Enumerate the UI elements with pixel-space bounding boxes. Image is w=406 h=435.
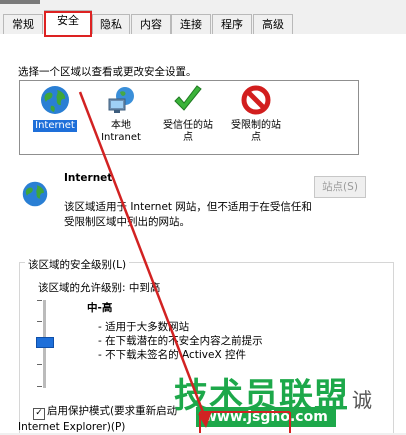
selected-zone-globe-icon bbox=[22, 181, 48, 207]
allowed-levels-text: 该区域的允许级别: 中到高 bbox=[38, 282, 161, 294]
zone-restricted-sites-label-1: 受限制的站 bbox=[231, 120, 281, 131]
protected-mode-checkbox[interactable]: ✓ bbox=[33, 408, 45, 420]
selected-zone-description: 该区域适用于 Internet 网站，但不适用于在受信任和受限制区域中列出的网站… bbox=[64, 201, 312, 228]
zone-local-intranet-label-1: 本地 bbox=[111, 120, 131, 131]
zone-local-intranet-label-2: Intranet bbox=[101, 132, 141, 143]
zone-internet[interactable]: Internet bbox=[20, 84, 90, 132]
security-level-slider-thumb[interactable] bbox=[36, 337, 54, 348]
zone-restricted-sites-label-2: 点 bbox=[251, 132, 261, 143]
restricted-icon bbox=[241, 85, 271, 115]
zone-list: Internet 本地 Intranet 受信任的站 点 受限制的站 点 bbox=[19, 80, 359, 155]
zone-instruction: 选择一个区域以查看或更改安全设置。 bbox=[18, 66, 197, 78]
security-level-bullet: - 在下载潜在的不安全内容之前提示 bbox=[98, 335, 263, 347]
security-level-bullet: - 不下载未签名的 ActiveX 控件 bbox=[98, 349, 246, 361]
tab-connections[interactable]: 连接 bbox=[171, 14, 211, 34]
tab-advanced[interactable]: 高级 bbox=[253, 14, 293, 34]
window-title-fragment bbox=[0, 0, 40, 4]
tab-programs[interactable]: 程序 bbox=[212, 14, 252, 34]
watermark-suffix: 诚 bbox=[352, 388, 372, 412]
zone-restricted-sites[interactable]: 受限制的站 点 bbox=[221, 84, 291, 144]
zone-local-intranet[interactable]: 本地 Intranet bbox=[86, 84, 156, 144]
globe-icon bbox=[41, 86, 69, 114]
protected-mode-label-1: 启用保护模式(要求重新启动 bbox=[47, 405, 178, 417]
security-tab-highlight bbox=[44, 11, 92, 37]
zone-trusted-sites[interactable]: 受信任的站 点 bbox=[153, 84, 223, 144]
slider-tick bbox=[37, 321, 42, 322]
security-level-name: 中-高 bbox=[87, 302, 113, 314]
slider-tick bbox=[37, 386, 42, 387]
selected-zone-name: Internet bbox=[64, 172, 113, 184]
tab-content[interactable]: 内容 bbox=[131, 14, 171, 34]
slider-tick bbox=[37, 300, 42, 301]
network-computer-icon bbox=[108, 87, 134, 113]
sites-button[interactable]: 站点(S) bbox=[314, 176, 366, 198]
slider-tick bbox=[37, 364, 42, 365]
check-icon bbox=[174, 85, 202, 111]
watermark-url: www.jsgho.com bbox=[196, 407, 336, 427]
zone-trusted-sites-label-2: 点 bbox=[183, 132, 193, 143]
zone-internet-label: Internet bbox=[33, 120, 77, 132]
zone-trusted-sites-label-1: 受信任的站 bbox=[163, 120, 213, 131]
protected-mode-label-2: Internet Explorer)(P) bbox=[18, 421, 126, 433]
security-level-group-label: 该区域的安全级别(L) bbox=[25, 257, 130, 272]
protected-mode-option[interactable]: ✓ 启用保护模式(要求重新启动 Internet Explorer)(P) bbox=[18, 404, 178, 435]
security-level-bullet: - 适用于大多数网站 bbox=[98, 321, 190, 333]
tab-privacy[interactable]: 隐私 bbox=[92, 14, 130, 34]
tab-general[interactable]: 常规 bbox=[3, 14, 43, 34]
